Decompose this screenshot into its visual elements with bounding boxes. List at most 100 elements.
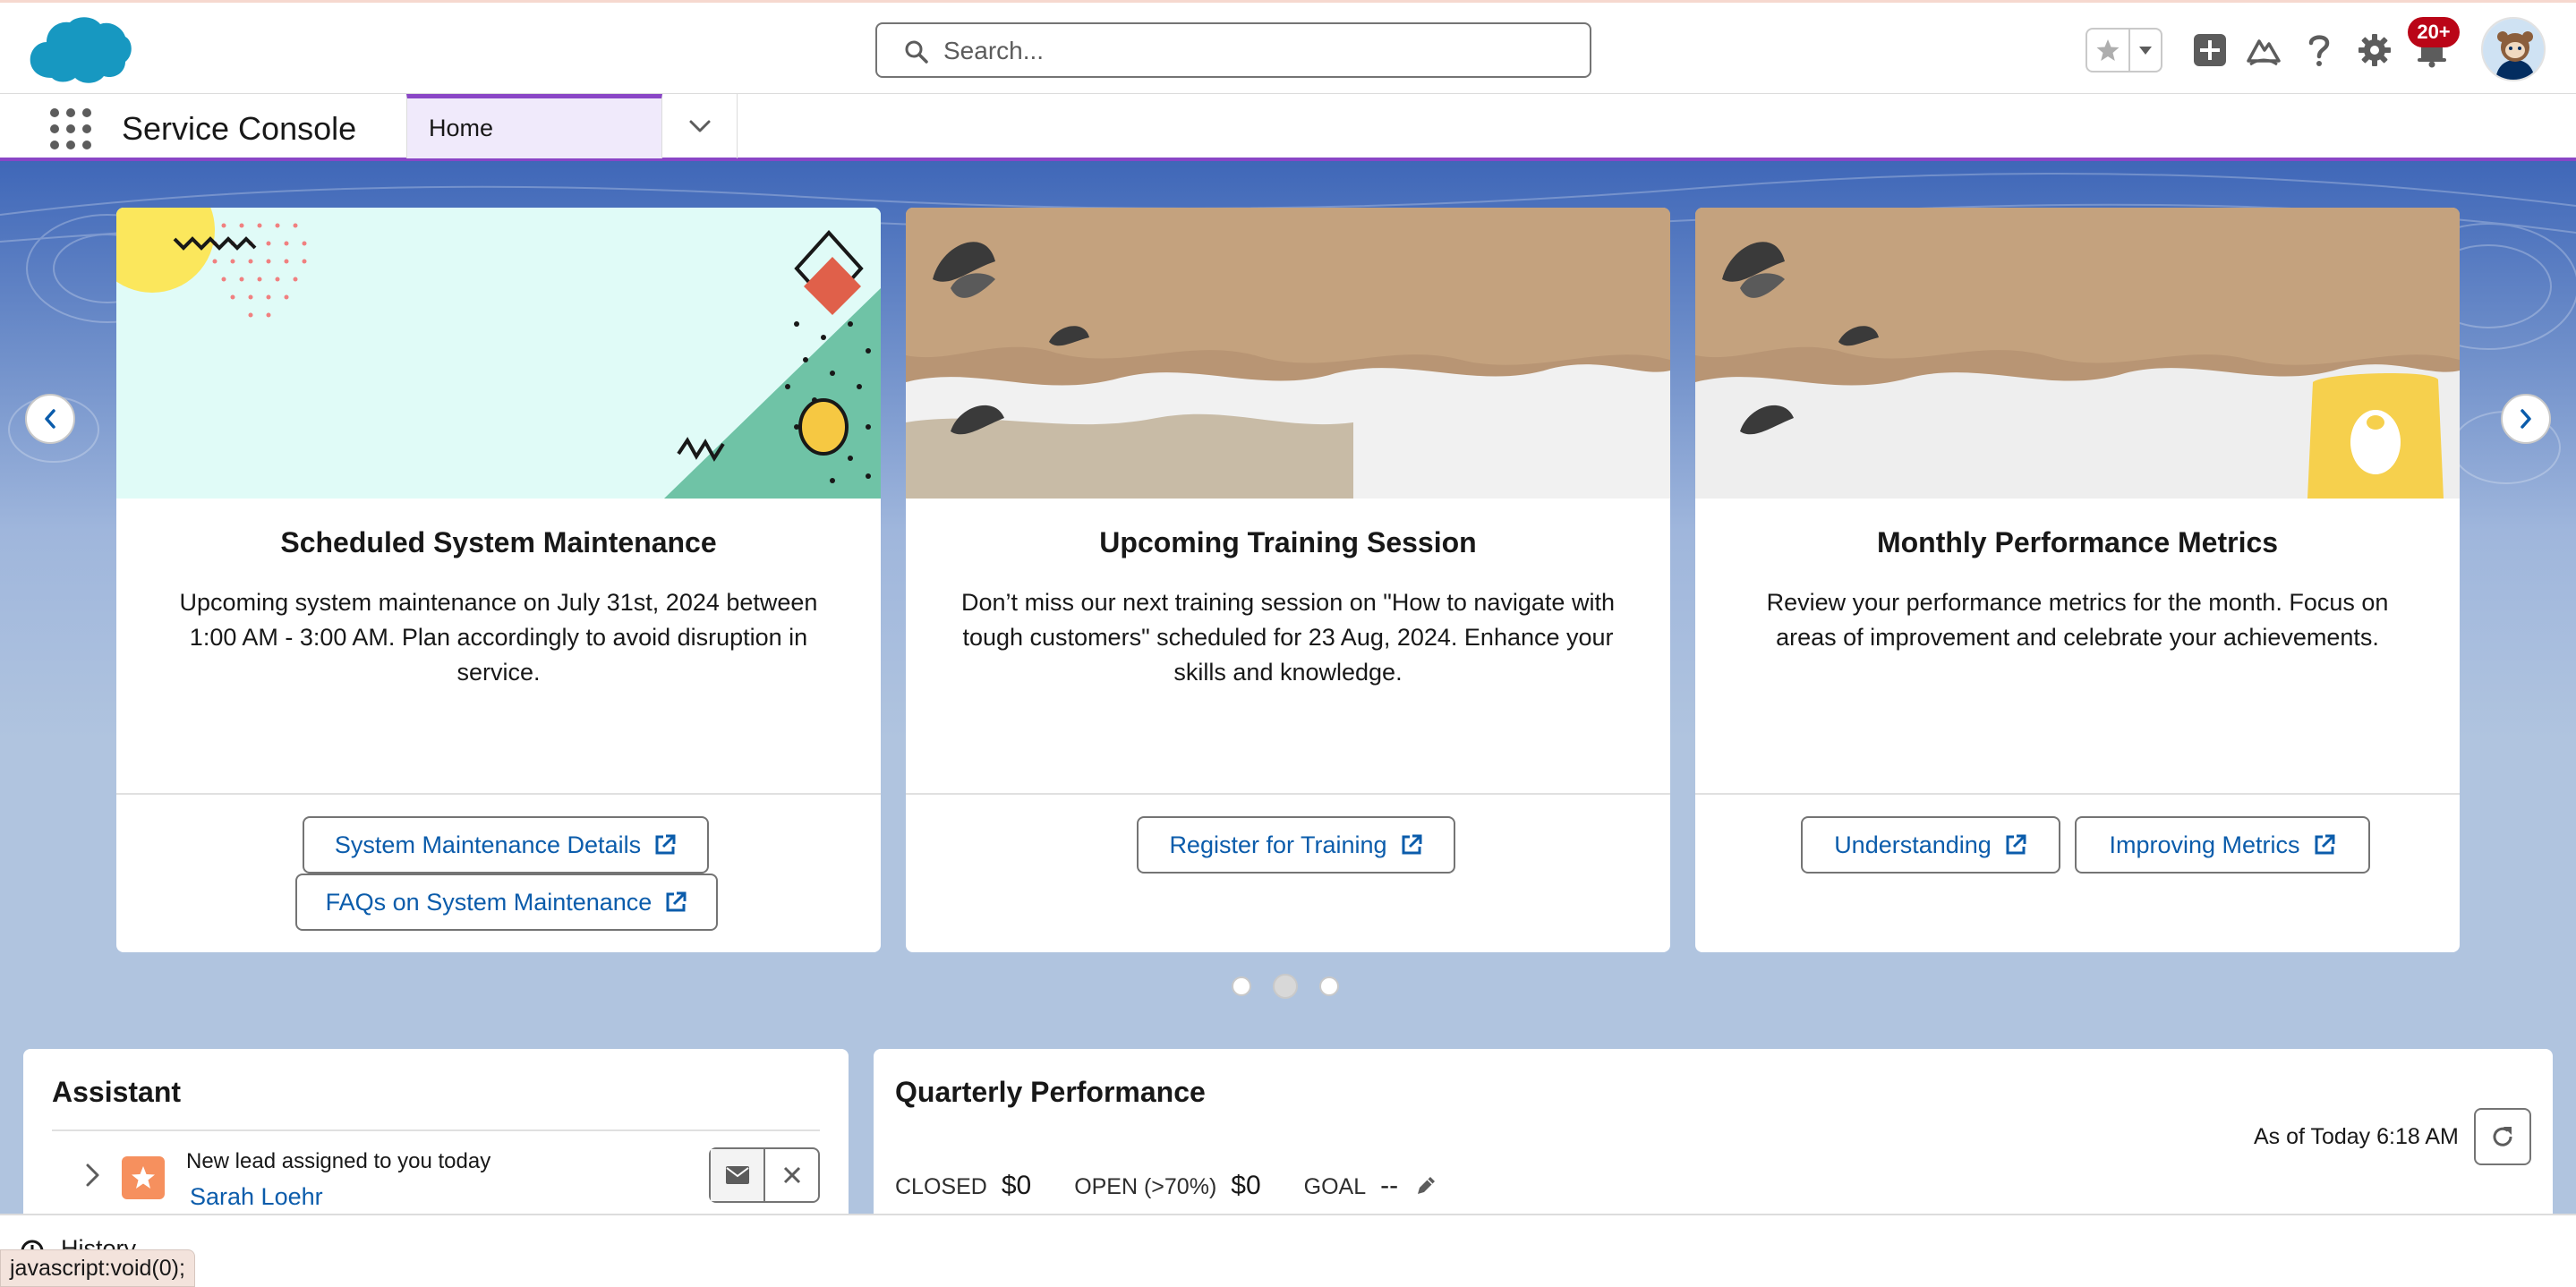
card-body: Review your performance metrics for the … <box>1766 589 2389 651</box>
button-label: Understanding <box>1834 831 1992 858</box>
app-name: Service Console <box>122 110 357 147</box>
register-for-training-button[interactable]: Register for Training <box>1137 816 1455 874</box>
navigation-menu-button[interactable] <box>662 94 738 158</box>
app-launcher-button[interactable] <box>50 108 91 149</box>
caret-down-icon <box>2139 47 2152 55</box>
card-body: Don’t miss our next training session on … <box>961 589 1615 686</box>
email-icon <box>725 1166 749 1184</box>
favorites-button-group <box>2086 28 2162 72</box>
card-divider <box>1695 793 2460 795</box>
external-link-icon <box>666 891 687 912</box>
carousel-previous-button[interactable] <box>25 394 75 444</box>
refresh-icon <box>2493 1127 2512 1146</box>
external-link-icon <box>2315 834 2335 855</box>
card-divider <box>906 793 1670 795</box>
button-label: System Maintenance Details <box>334 831 642 858</box>
close-icon <box>783 1166 800 1184</box>
goal-label: GOAL <box>1303 1174 1367 1199</box>
assistant-title: Assistant <box>52 1076 182 1108</box>
training-banner-image <box>906 208 1670 499</box>
global-search[interactable] <box>875 22 1591 78</box>
global-header: 20+ <box>0 0 2576 93</box>
chevron-down-icon <box>689 120 710 132</box>
button-label: Improving Metrics <box>2109 831 2300 858</box>
trailhead-button[interactable] <box>2241 28 2286 72</box>
external-link-icon <box>1402 834 1422 855</box>
assistant-item-text: New lead assigned to you today <box>186 1149 491 1173</box>
carousel-next-button[interactable] <box>2501 394 2551 444</box>
assistant-item-actions <box>709 1147 820 1203</box>
system-maintenance-details-button[interactable]: System Maintenance Details <box>303 816 709 874</box>
trailhead-icon <box>2247 39 2281 66</box>
carousel-page-dot-2[interactable] <box>1273 974 1298 999</box>
carousel-pagination <box>1232 974 1344 999</box>
button-label: FAQs on System Maintenance <box>325 888 653 916</box>
favorite-star-button[interactable] <box>2087 30 2130 71</box>
closed-label: CLOSED <box>895 1174 987 1199</box>
maintenance-banner-image <box>116 208 881 499</box>
setup-button[interactable] <box>2352 28 2397 72</box>
lead-name-link[interactable]: Sarah Loehr <box>190 1183 323 1211</box>
app-launcher-dot <box>50 141 59 149</box>
global-actions-button[interactable] <box>2188 28 2232 72</box>
chevron-left-icon <box>45 409 55 429</box>
quarterly-performance-title: Quarterly Performance <box>895 1076 1206 1108</box>
announcement-card-maintenance: Scheduled System Maintenance Upcoming sy… <box>116 208 881 952</box>
as-of-timestamp: As of Today 6:18 AM <box>2254 1124 2459 1149</box>
card-title: Monthly Performance Metrics <box>1876 526 2279 558</box>
help-button[interactable] <box>2297 28 2341 72</box>
button-label: Register for Training <box>1169 831 1387 858</box>
search-icon <box>905 40 928 64</box>
understanding-button[interactable]: Understanding <box>1801 816 2060 874</box>
refresh-button[interactable] <box>2474 1108 2531 1165</box>
goal-value: -- <box>1380 1171 1399 1200</box>
carousel-page-dot-1[interactable] <box>1232 976 1251 996</box>
app-launcher-dot <box>66 141 75 149</box>
chevron-right-icon <box>2521 409 2531 429</box>
closed-value: $0 <box>1001 1171 1032 1200</box>
setup-gear-icon <box>2358 34 2391 66</box>
app-launcher-dot <box>50 108 59 117</box>
metrics-banner-image <box>1695 208 2460 499</box>
salesforce-logo[interactable] <box>27 13 132 87</box>
faqs-system-maintenance-button[interactable]: FAQs on System Maintenance <box>295 874 718 931</box>
assistant-divider <box>52 1129 820 1131</box>
favorites-list-button[interactable] <box>2130 30 2161 71</box>
lead-star-icon <box>132 1166 155 1189</box>
app-launcher-dot <box>82 141 91 149</box>
assistant-panel: Assistant New lead assigned to you today… <box>23 1049 849 1228</box>
card-body: Upcoming system maintenance on July 31st… <box>179 589 818 686</box>
performance-stats: CLOSED $0 OPEN (>70%) $0 GOAL -- <box>895 1171 1437 1201</box>
dismiss-button[interactable] <box>765 1149 818 1201</box>
improving-metrics-button[interactable]: Improving Metrics <box>2075 816 2370 874</box>
quarterly-performance-panel: Quarterly Performance As of Today 6:18 A… <box>874 1049 2553 1228</box>
edit-goal-icon[interactable] <box>1414 1174 1437 1198</box>
user-avatar[interactable] <box>2481 17 2546 81</box>
carousel-page-dot-3[interactable] <box>1319 976 1339 996</box>
chevron-right-icon[interactable] <box>82 1162 104 1189</box>
app-launcher-dot <box>82 108 91 117</box>
external-link-icon <box>655 834 676 855</box>
card-title: Upcoming Training Session <box>1099 526 1477 558</box>
browser-status-bar: javascript:void(0); <box>0 1249 195 1287</box>
app-launcher-dot <box>82 124 91 133</box>
search-input[interactable] <box>943 33 1570 69</box>
help-icon <box>2308 35 2330 66</box>
external-link-icon <box>2006 834 2026 855</box>
announcement-card-training: Upcoming Training Session Don’t miss our… <box>906 208 1670 952</box>
app-launcher-dot <box>66 124 75 133</box>
notification-count-badge: 20+ <box>2408 17 2460 47</box>
app-launcher-dot <box>50 124 59 133</box>
open-value: $0 <box>1231 1171 1261 1200</box>
open-label: OPEN (>70%) <box>1074 1174 1217 1199</box>
tab-label: Home <box>429 115 494 141</box>
tab-home[interactable]: Home <box>406 94 662 158</box>
announcement-card-metrics: Monthly Performance Metrics Review your … <box>1695 208 2460 952</box>
astro-avatar-icon <box>2483 19 2544 80</box>
card-title: Scheduled System Maintenance <box>280 526 717 558</box>
send-email-button[interactable] <box>711 1149 765 1201</box>
card-divider <box>116 793 881 795</box>
add-icon <box>2194 34 2226 66</box>
star-icon <box>2096 39 2120 61</box>
app-launcher-dot <box>66 108 75 117</box>
